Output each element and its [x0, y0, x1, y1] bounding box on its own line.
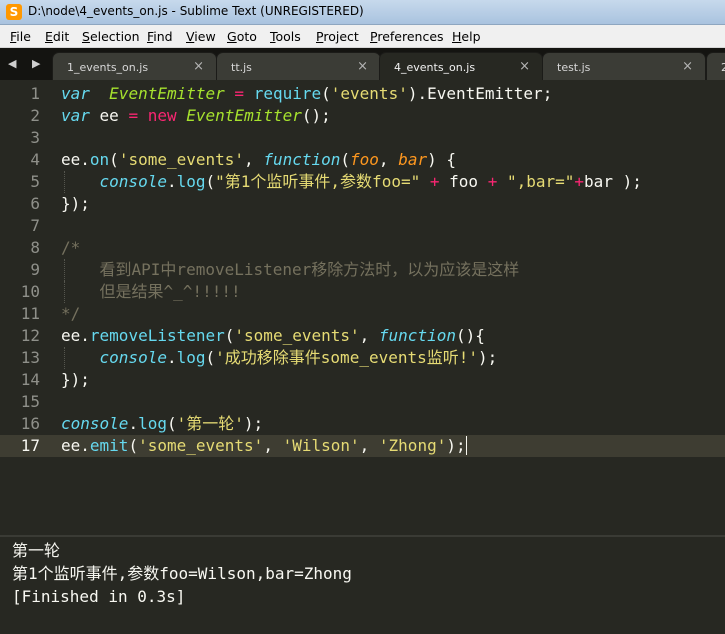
line-number: 13	[20, 348, 40, 367]
menu-item-edit[interactable]: Edit	[45, 29, 69, 44]
output-line: [Finished in 0.3s]	[12, 587, 186, 606]
code-line[interactable]: 14});	[0, 369, 725, 391]
tab-tt-js[interactable]: tt.js ×	[216, 52, 381, 80]
code-line[interactable]: 8 /*	[0, 237, 725, 259]
menu-item-file[interactable]: File	[10, 29, 31, 44]
code-text: /*	[61, 238, 81, 257]
tab-close-icon[interactable]: ×	[682, 59, 693, 74]
menu-item-tools[interactable]: Tools	[270, 29, 301, 44]
menu-item-selection[interactable]: Selection	[82, 29, 140, 44]
code-text: console.log('成功移除事件some_events监听!');	[99, 348, 498, 367]
code-text: var EventEmitter = require('events').Eve…	[61, 84, 553, 103]
menu-item-help[interactable]: Help	[452, 29, 481, 44]
line-number: 3	[30, 128, 40, 147]
code-text: ee.emit('some_events', 'Wilson', 'Zhong'…	[61, 436, 467, 455]
code-line[interactable]: 11 */	[0, 303, 725, 325]
line-number: 7	[30, 216, 40, 235]
tab-2[interactable]: 2	[706, 52, 725, 80]
code-line[interactable]: 7	[0, 215, 725, 237]
line-number: 1	[30, 84, 40, 103]
tab-label: 4_events_on.js	[394, 61, 476, 74]
code-line[interactable]: 10 但是结果^_^!!!!!	[0, 281, 725, 303]
output-line: 第1个监听事件,参数foo=Wilson,bar=Zhong	[12, 564, 352, 583]
menu-bar: File Edit Selection Find View Goto Tools Projec…	[0, 25, 725, 48]
code-text: console.log("第1个监听事件,参数foo=" + foo + ",b…	[99, 172, 642, 191]
line-number: 10	[20, 282, 40, 301]
tab-label: 1_events_on.js	[67, 61, 149, 74]
tab-close-icon[interactable]: ×	[193, 59, 204, 74]
line-number: 4	[30, 150, 40, 169]
tab-1-events-on-js[interactable]: 1_events_on.js ×	[52, 52, 217, 80]
code-line[interactable]: 13 console.log('成功移除事件some_events监听!');	[0, 347, 725, 369]
text-cursor	[465, 436, 467, 455]
build-output-panel: 第一轮第1个监听事件,参数foo=Wilson,bar=Zhong [Finish…	[0, 537, 725, 634]
menu-item-find[interactable]: Find	[147, 29, 173, 44]
line-number: 16	[20, 414, 40, 433]
code-text: });	[61, 370, 90, 389]
line-number: 5	[30, 172, 40, 191]
tab-close-icon[interactable]: ×	[519, 59, 530, 74]
code-editor[interactable]: 1 var EventEmitter = require('events').Ev…	[0, 80, 725, 535]
tab-bar: ◀ ▶ 1_events_on.js × tt.js × 4_events_on.js ×…	[0, 48, 725, 80]
code-text: 但是结果^_^!!!!!	[61, 282, 241, 301]
line-number: 8	[30, 238, 40, 257]
code-line[interactable]: 2 var ee = new EventEmitter();	[0, 105, 725, 127]
code-text: var ee = new EventEmitter();	[61, 106, 331, 125]
line-number: 2	[30, 106, 40, 125]
code-text: 看到API中removeListener移除方法时，以为应该是这样	[61, 260, 520, 279]
line-number: 14	[20, 370, 40, 389]
code-line[interactable]: 12 ee.removeListener('some_events', funct…	[0, 325, 725, 347]
code-text: ee.on('some_events', function(foo, bar) …	[61, 150, 456, 169]
line-number: 17	[20, 436, 40, 455]
code-line[interactable]: 1 var EventEmitter = require('events').Ev…	[0, 83, 725, 105]
code-text: console.log('第一轮');	[61, 414, 264, 433]
code-line[interactable]: 6});	[0, 193, 725, 215]
code-line[interactable]: 3	[0, 127, 725, 149]
menu-item-goto[interactable]: Goto	[227, 29, 257, 44]
title-bar: S D:\node\4_events_on.js - Sublime Text …	[0, 0, 725, 25]
tab-label: 2	[721, 61, 725, 74]
code-line[interactable]: 9 看到API中removeListener移除方法时，以为应该是这样	[0, 259, 725, 281]
tab-test-js[interactable]: test.js ×	[542, 52, 706, 80]
tab-nav-arrows[interactable]: ◀ ▶	[8, 57, 46, 70]
code-text: });	[61, 194, 90, 213]
line-number: 15	[20, 392, 40, 411]
line-number: 6	[30, 194, 40, 213]
sublime-app-icon: S	[6, 4, 22, 20]
menu-item-project[interactable]: Project	[316, 29, 359, 44]
tab-label: tt.js	[231, 61, 252, 74]
tab-close-icon[interactable]: ×	[357, 59, 368, 74]
code-line[interactable]: 5 console.log("第1个监听事件,参数foo=" + foo + "…	[0, 171, 725, 193]
window-title: D:\node\4_events_on.js - Sublime Text (U…	[28, 4, 364, 18]
code-line[interactable]: 17 ee.emit('some_events', 'Wilson', 'Zhon…	[0, 435, 725, 457]
code-text: */	[61, 304, 81, 323]
output-line: 第一轮	[12, 541, 61, 560]
line-number: 9	[30, 260, 40, 279]
code-line[interactable]: 4 ee.on('some_events', function(foo, bar)…	[0, 149, 725, 171]
line-number: 12	[20, 326, 40, 345]
code-text: ee.removeListener('some_events', functio…	[61, 326, 485, 345]
line-number: 11	[20, 304, 40, 323]
menu-item-preferences[interactable]: Preferences	[370, 29, 444, 44]
code-line[interactable]: 15	[0, 391, 725, 413]
tab-label: test.js	[557, 61, 591, 74]
code-line[interactable]: 16 console.log('第一轮');	[0, 413, 725, 435]
tab-4-events-on-js[interactable]: 4_events_on.js ×	[379, 52, 543, 80]
menu-item-view[interactable]: View	[186, 29, 216, 44]
